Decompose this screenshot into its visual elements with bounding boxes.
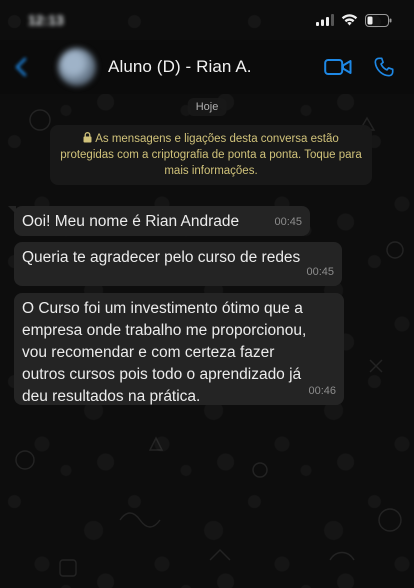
message-bubble[interactable]: O Curso foi um investimento ótimo que a … [14, 293, 344, 405]
back-button[interactable] [6, 40, 36, 94]
message-time: 00:45 [306, 266, 334, 278]
encryption-notice[interactable]: As mensagens e ligações desta conversa e… [50, 125, 372, 185]
status-icons [316, 13, 392, 27]
battery-icon [365, 13, 392, 27]
back-chevron-icon [15, 57, 27, 77]
message-time: 00:45 [274, 216, 302, 228]
message-list[interactable]: Hoje As mensagens e ligações desta conve… [0, 94, 414, 588]
status-time: 12:13 [28, 12, 64, 28]
message-text: O Curso foi um investimento ótimo que a … [22, 300, 307, 405]
message-bubble[interactable]: Queria te agradecer pelo curso de redes … [14, 242, 342, 286]
header-actions [322, 51, 414, 83]
voice-call-icon [374, 57, 394, 77]
message-text: Ooi! Meu nome é Rian Andrade [22, 213, 240, 230]
message-text: Queria te agradecer pelo curso de redes [22, 249, 301, 266]
lock-icon [83, 132, 92, 143]
status-bar: 12:13 [0, 0, 414, 40]
bubble-tail [8, 206, 16, 214]
chat-header: Aluno (D) - Rian A. [0, 40, 414, 94]
video-call-icon [324, 59, 352, 75]
wifi-icon [341, 14, 358, 26]
avatar[interactable] [58, 48, 96, 86]
message-bubble[interactable]: Ooi! Meu nome é Rian Andrade 00:45 [8, 206, 310, 236]
encryption-notice-text: As mensagens e ligações desta conversa e… [60, 133, 362, 177]
voice-call-button[interactable] [368, 51, 400, 83]
day-separator: Hoje [187, 98, 227, 116]
video-call-button[interactable] [322, 51, 354, 83]
cellular-signal-icon [316, 14, 334, 26]
message-time: 00:46 [308, 385, 336, 397]
contact-name[interactable]: Aluno (D) - Rian A. [108, 57, 252, 77]
